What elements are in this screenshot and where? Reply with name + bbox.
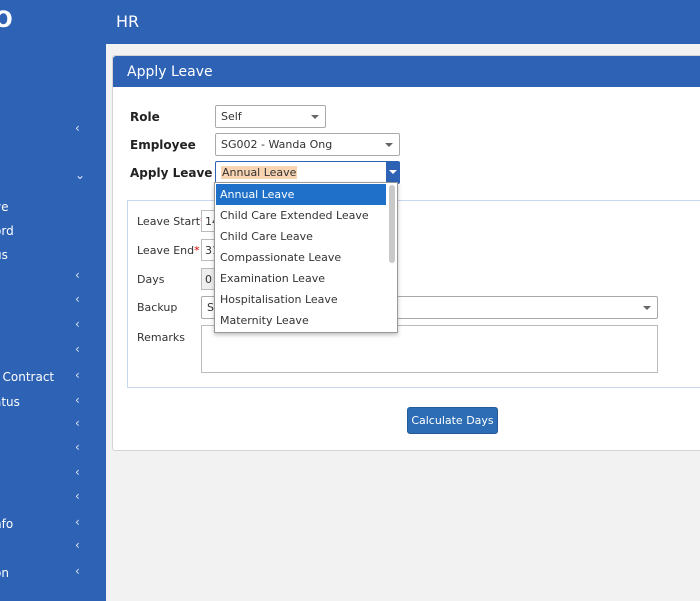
role-value: Self bbox=[221, 110, 242, 123]
panel-title: Apply Leave bbox=[127, 64, 213, 80]
dropdown-option-compassionate-leave[interactable]: Compassionate Leave bbox=[216, 247, 386, 268]
dropdown-option-child-care-extended-leave[interactable]: Child Care Extended Leave bbox=[216, 205, 386, 226]
chevron-left-icon: ‹ bbox=[75, 368, 80, 382]
sidebar-item-label: t Contract bbox=[0, 370, 55, 384]
sidebar-item-contract[interactable]: t Contract ‹ bbox=[0, 368, 106, 388]
apply-leave-panel: Apply Leave Role Self Employee SG002 - W… bbox=[112, 55, 700, 451]
page-title: HR bbox=[116, 12, 140, 31]
employee-label: Employee bbox=[130, 138, 196, 152]
sidebar-item-label: on bbox=[0, 566, 9, 580]
chevron-down-icon: ⌄ bbox=[75, 168, 86, 182]
employee-value: SG002 - Wanda Ong bbox=[221, 138, 333, 151]
sidebar-item-label: us bbox=[0, 248, 8, 262]
leave-start-label: Leave Start* bbox=[137, 215, 206, 228]
panel-header: Apply Leave bbox=[113, 56, 700, 87]
dropdown-option-hospitalisation-leave[interactable]: Hospitalisation Leave bbox=[216, 289, 386, 310]
chevron-left-icon: ‹ bbox=[75, 317, 80, 331]
leave-type-select[interactable]: Annual Leave bbox=[215, 161, 400, 184]
sidebar-item-1[interactable]: ‹ bbox=[0, 121, 106, 141]
top-bar: HR bbox=[106, 0, 700, 44]
calculate-days-button[interactable]: Calculate Days bbox=[407, 407, 498, 434]
sidebar: O ‹ ⌄ ve ord us ‹ ‹ ‹ ‹ t Contract ‹ atus… bbox=[0, 0, 106, 601]
backup-label: Backup bbox=[137, 301, 178, 314]
chevron-left-icon: ‹ bbox=[75, 268, 80, 282]
caret-down-icon bbox=[385, 143, 393, 147]
sidebar-item-7[interactable]: ‹ bbox=[0, 317, 106, 337]
sidebar-item-label: nfo bbox=[0, 517, 14, 531]
employee-select[interactable]: SG002 - Wanda Ong bbox=[215, 133, 400, 156]
sidebar-item-14[interactable]: ‹ bbox=[0, 489, 106, 509]
sidebar-subitem-leave-record[interactable]: ord bbox=[0, 222, 106, 242]
chevron-left-icon: ‹ bbox=[75, 416, 80, 430]
dropdown-option-child-care-leave[interactable]: Child Care Leave bbox=[216, 226, 386, 247]
dropdown-option-annual-leave[interactable]: Annual Leave bbox=[216, 184, 386, 205]
sidebar-item-8[interactable]: ‹ bbox=[0, 342, 106, 362]
leave-end-text: Leave End bbox=[137, 244, 195, 257]
chevron-left-icon: ‹ bbox=[75, 465, 80, 479]
leave-start-text: Leave Start bbox=[137, 215, 201, 228]
dropdown-scrollbar[interactable] bbox=[389, 185, 395, 263]
days-label: Days bbox=[137, 273, 165, 286]
chevron-left-icon: ‹ bbox=[75, 489, 80, 503]
app-logo: O bbox=[0, 8, 15, 33]
sidebar-item-12[interactable]: ‹ bbox=[0, 440, 106, 460]
chevron-left-icon: ‹ bbox=[75, 292, 80, 306]
chevron-left-icon: ‹ bbox=[75, 393, 80, 407]
sidebar-item-17[interactable]: on ‹ bbox=[0, 564, 106, 584]
dropdown-toggle[interactable] bbox=[386, 162, 399, 183]
sidebar-item-info[interactable]: nfo ‹ bbox=[0, 515, 106, 535]
chevron-left-icon: ‹ bbox=[75, 538, 80, 552]
apply-leave-label: Apply Leave bbox=[130, 166, 213, 180]
caret-down-icon bbox=[389, 170, 397, 174]
dropdown-option-examination-leave[interactable]: Examination Leave bbox=[216, 268, 386, 289]
sidebar-item-label: ve bbox=[0, 200, 9, 214]
leave-end-label: Leave End* bbox=[137, 244, 200, 257]
required-mark: * bbox=[194, 244, 200, 257]
chevron-left-icon: ‹ bbox=[75, 121, 80, 135]
sidebar-subitem-leave-status[interactable]: us bbox=[0, 246, 106, 266]
chevron-left-icon: ‹ bbox=[75, 342, 80, 356]
chevron-left-icon: ‹ bbox=[75, 515, 80, 529]
days-value: 0 bbox=[205, 273, 212, 286]
leave-details-box: Leave Start* 14 Leave End* 31 Days 0 Bac… bbox=[127, 200, 700, 388]
role-select[interactable]: Self bbox=[215, 105, 326, 128]
sidebar-subitem-apply-leave[interactable]: ve bbox=[0, 198, 106, 218]
dropdown-option-maternity-leave[interactable]: Maternity Leave bbox=[216, 310, 386, 331]
leave-type-dropdown-list: Annual Leave Child Care Extended Leave C… bbox=[214, 182, 398, 333]
caret-down-icon bbox=[643, 306, 651, 310]
caret-down-icon bbox=[311, 115, 319, 119]
sidebar-item-5[interactable]: ‹ bbox=[0, 268, 106, 288]
chevron-left-icon: ‹ bbox=[75, 440, 80, 454]
sidebar-item-11[interactable]: ‹ bbox=[0, 416, 106, 436]
sidebar-item-leave[interactable]: ⌄ bbox=[0, 168, 106, 188]
remarks-label: Remarks bbox=[137, 331, 185, 344]
role-label: Role bbox=[130, 110, 160, 124]
sidebar-item-13[interactable]: t‹ bbox=[0, 465, 106, 485]
sidebar-item-status[interactable]: atus ‹ bbox=[0, 393, 106, 413]
sidebar-item-16[interactable]: ‹ bbox=[0, 538, 106, 558]
sidebar-item-label: atus bbox=[0, 395, 20, 409]
leave-type-value: Annual Leave bbox=[221, 166, 298, 179]
chevron-left-icon: ‹ bbox=[75, 564, 80, 578]
sidebar-item-label: ord bbox=[0, 224, 14, 238]
sidebar-item-6[interactable]: ‹ bbox=[0, 292, 106, 312]
